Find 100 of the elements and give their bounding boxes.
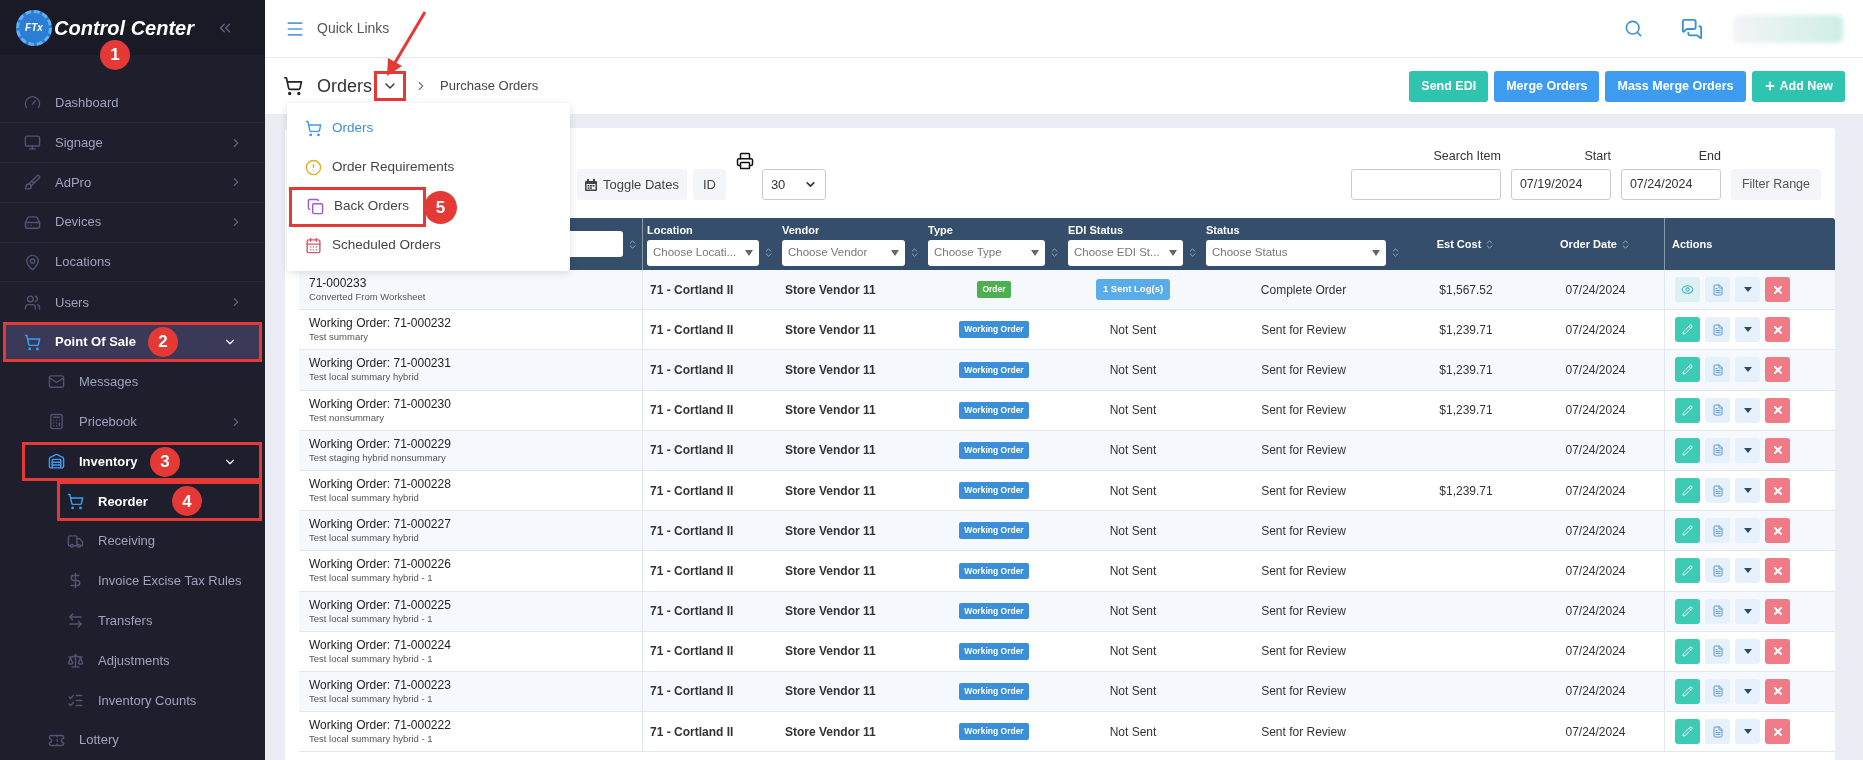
more-button[interactable]: [1735, 558, 1760, 584]
column-filter-select[interactable]: Choose Type: [928, 239, 1045, 266]
document-button[interactable]: [1705, 598, 1730, 624]
edit-button[interactable]: [1675, 397, 1700, 423]
document-button[interactable]: [1705, 518, 1730, 544]
edit-button[interactable]: [1675, 558, 1700, 584]
view-button[interactable]: [1675, 277, 1700, 303]
order-title[interactable]: Working Order: 71-000227: [309, 517, 632, 533]
edit-button[interactable]: [1675, 478, 1700, 504]
edit-button[interactable]: [1675, 678, 1700, 704]
column-header[interactable]: Order Date: [1560, 235, 1617, 253]
print-icon[interactable]: [735, 152, 754, 170]
sort-icon[interactable]: [1187, 247, 1198, 259]
delete-button[interactable]: [1765, 558, 1790, 584]
order-title[interactable]: 71-000233: [309, 276, 632, 292]
delete-button[interactable]: [1765, 638, 1790, 664]
order-title[interactable]: Working Order: 71-000226: [309, 557, 632, 573]
menu-item[interactable]: Order Requirements: [287, 148, 473, 187]
more-button[interactable]: [1735, 437, 1760, 463]
order-title[interactable]: Working Order: 71-000222: [309, 718, 632, 734]
document-button[interactable]: [1705, 638, 1730, 664]
sidebar-item[interactable]: Users: [0, 282, 265, 323]
edit-button[interactable]: [1675, 357, 1700, 383]
breadcrumb-item[interactable]: Purchase Orders: [440, 76, 539, 96]
edit-button[interactable]: [1675, 598, 1700, 624]
menu-item[interactable]: Scheduled Orders: [287, 226, 459, 265]
sidebar-item[interactable]: Invoice Excise Tax Rules: [0, 561, 265, 601]
more-button[interactable]: [1735, 719, 1760, 745]
sort-icon[interactable]: [763, 247, 774, 259]
delete-button[interactable]: [1765, 678, 1790, 704]
sidebar-item[interactable]: Devices: [0, 202, 265, 243]
document-button[interactable]: [1705, 317, 1730, 343]
sidebar-item[interactable]: Signage: [0, 123, 265, 164]
search-icon[interactable]: [1624, 19, 1643, 38]
order-title[interactable]: Working Order: 71-000229: [309, 436, 632, 452]
id-button[interactable]: ID: [692, 169, 726, 200]
quick-links[interactable]: Quick Links: [317, 18, 390, 39]
edit-button[interactable]: [1675, 719, 1700, 745]
sort-icon[interactable]: [909, 247, 920, 259]
order-title[interactable]: Working Order: 71-000232: [309, 316, 632, 332]
sidebar-item[interactable]: Inventory Counts: [0, 680, 265, 721]
delete-button[interactable]: [1765, 277, 1790, 303]
edit-button[interactable]: [1675, 437, 1700, 463]
document-button[interactable]: [1705, 437, 1730, 463]
more-button[interactable]: [1735, 357, 1760, 383]
document-button[interactable]: [1705, 478, 1730, 504]
order-title[interactable]: Working Order: 71-000228: [309, 477, 632, 493]
more-button[interactable]: [1735, 638, 1760, 664]
document-button[interactable]: [1705, 277, 1730, 303]
delete-button[interactable]: [1765, 598, 1790, 624]
document-button[interactable]: [1705, 397, 1730, 423]
document-button[interactable]: [1705, 719, 1730, 745]
more-button[interactable]: [1735, 518, 1760, 544]
order-title[interactable]: Working Order: 71-000231: [309, 356, 632, 372]
delete-button[interactable]: [1765, 357, 1790, 383]
more-button[interactable]: [1735, 277, 1760, 303]
edit-button[interactable]: [1675, 317, 1700, 343]
toggle-dates-button[interactable]: Toggle Dates: [577, 169, 687, 200]
delete-button[interactable]: [1765, 518, 1790, 544]
order-title[interactable]: Working Order: 71-000224: [309, 637, 632, 653]
order-title[interactable]: Working Order: 71-000230: [309, 396, 632, 412]
column-filter-select[interactable]: Choose Locati...: [647, 239, 759, 266]
sidebar-item[interactable]: Pricebook: [0, 401, 265, 442]
sidebar-item[interactable]: Lottery: [0, 720, 265, 760]
sidebar-item[interactable]: Receiving: [0, 521, 265, 561]
end-date-field[interactable]: 07/24/2024: [1620, 169, 1721, 200]
column-filter-select[interactable]: Choose Status: [1206, 239, 1386, 266]
more-button[interactable]: [1735, 317, 1760, 343]
sidebar-item[interactable]: Messages: [0, 362, 265, 402]
document-button[interactable]: [1705, 558, 1730, 584]
chat-icon[interactable]: [1681, 17, 1703, 40]
more-button[interactable]: [1735, 678, 1760, 704]
order-title[interactable]: Working Order: 71-000225: [309, 597, 632, 613]
more-button[interactable]: [1735, 478, 1760, 504]
delete-button[interactable]: [1765, 437, 1790, 463]
edit-button[interactable]: [1675, 638, 1700, 664]
sort-icon[interactable]: [627, 238, 638, 250]
column-filter-select[interactable]: Choose Vendor: [782, 239, 905, 266]
edit-button[interactable]: [1675, 518, 1700, 544]
sort-icon[interactable]: [1390, 247, 1401, 259]
sort-icon[interactable]: [1049, 247, 1060, 259]
more-button[interactable]: [1735, 598, 1760, 624]
order-title[interactable]: Working Order: 71-000223: [309, 677, 632, 693]
document-button[interactable]: [1705, 678, 1730, 704]
delete-button[interactable]: [1765, 478, 1790, 504]
sidebar-item[interactable]: Adjustments: [0, 640, 265, 681]
column-filter-select[interactable]: Choose EDI St...: [1068, 239, 1183, 266]
filter-range-button[interactable]: Filter Range: [1730, 169, 1821, 200]
more-button[interactable]: [1735, 397, 1760, 423]
page-size-select[interactable]: 30: [761, 169, 826, 200]
menu-item[interactable]: Orders: [287, 109, 392, 148]
menu-item[interactable]: Back Orders: [289, 186, 427, 227]
delete-button[interactable]: [1765, 719, 1790, 745]
delete-button[interactable]: [1765, 397, 1790, 423]
sidebar-item[interactable]: Transfers: [0, 600, 265, 641]
delete-button[interactable]: [1765, 317, 1790, 343]
start-date-field[interactable]: 07/19/2024: [1510, 169, 1611, 200]
document-button[interactable]: [1705, 357, 1730, 383]
search-item-field[interactable]: [1350, 169, 1501, 200]
column-header[interactable]: Est Cost: [1436, 235, 1482, 253]
